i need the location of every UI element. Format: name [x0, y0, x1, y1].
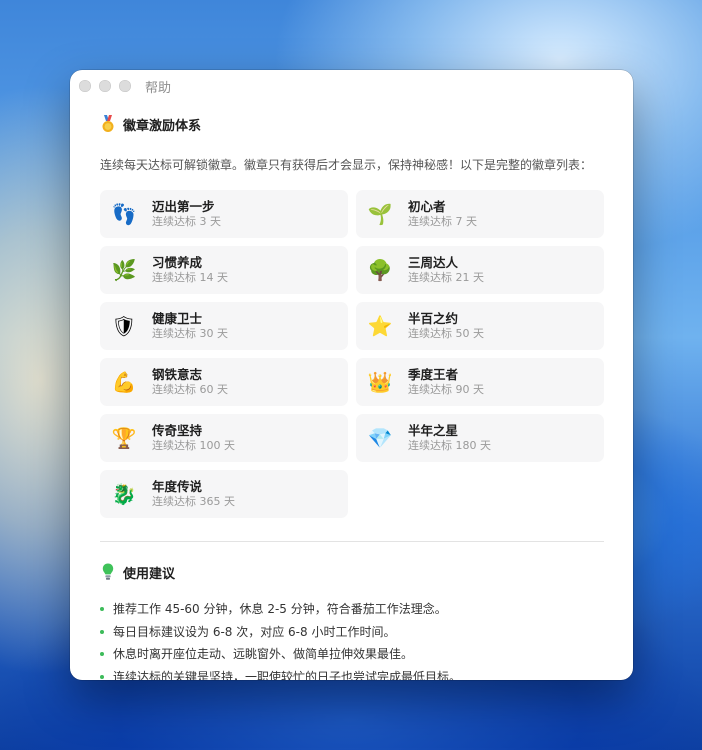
shield-icon: 🛡: [111, 314, 137, 338]
badge-card: 🌿 习惯养成 连续达标 14 天: [100, 246, 348, 294]
herb-icon: 🌿: [111, 258, 137, 282]
badge-requirement: 连续达标 90 天: [408, 383, 484, 396]
badge-card: 🐉 年度传说 连续达标 365 天: [100, 470, 348, 518]
badges-section-title: 徽章激励体系: [123, 118, 202, 134]
badge-card: 🌳 三周达人 连续达标 21 天: [356, 246, 604, 294]
zoom-window-button[interactable]: [119, 80, 131, 92]
tip-item: 推荐工作 45-60 分钟，休息 2-5 分钟，符合番茄工作法理念。: [100, 598, 604, 621]
seedling-icon: 🌱: [367, 202, 393, 226]
badge-card: 🌱 初心者 连续达标 7 天: [356, 190, 604, 238]
badge-grid: 👣 迈出第一步 连续达标 3 天 🌱 初心者 连续达标 7 天 🌿 习惯养成 连续达标 14 天…: [100, 190, 604, 518]
footprints-icon: 👣: [111, 202, 137, 226]
title-bar[interactable]: 帮助: [70, 70, 633, 102]
dragon-icon: 🐉: [111, 482, 137, 506]
window-title: 帮助: [145, 80, 172, 96]
badges-intro-text: 连续每天达标可解锁徽章。徽章只有获得后才会显示，保持神秘感！以下是完整的徽章列表…: [100, 158, 593, 172]
badge-card: 👣 迈出第一步 连续达标 3 天: [100, 190, 348, 238]
badge-requirement: 连续达标 365 天: [152, 495, 235, 508]
badge-requirement: 连续达标 21 天: [408, 271, 484, 284]
badge-card: 💎 半年之星 连续达标 180 天: [356, 414, 604, 462]
tips-section-header: 使用建议: [100, 560, 604, 584]
trophy-icon: 🏆: [111, 426, 137, 450]
badge-requirement: 连续达标 180 天: [408, 439, 491, 452]
badge-requirement: 连续达标 14 天: [152, 271, 228, 284]
star-icon: ⭐: [367, 314, 393, 338]
badge-card: ⭐ 半百之约 连续达标 50 天: [356, 302, 604, 350]
badge-name: 半年之星: [408, 423, 459, 438]
badge-name: 习惯养成: [152, 255, 203, 270]
close-window-button[interactable]: [79, 80, 91, 92]
flexed-biceps-icon: 💪: [111, 370, 137, 394]
badge-name: 健康卫士: [152, 311, 203, 326]
tip-item: 每日目标建议设为 6-8 次，对应 6-8 小时工作时间。: [100, 621, 604, 644]
badge-name: 初心者: [408, 199, 446, 214]
badges-section-header: 徽章激励体系: [100, 112, 604, 136]
badge-name: 年度传说: [152, 479, 203, 494]
badge-name: 三周达人: [408, 255, 459, 270]
help-content[interactable]: 徽章激励体系 连续每天达标可解锁徽章。徽章只有获得后才会显示，保持神秘感！以下是…: [70, 102, 633, 680]
badge-name: 季度王者: [408, 367, 459, 382]
badge-name: 钢铁意志: [152, 367, 203, 382]
badge-requirement: 连续达标 3 天: [152, 215, 221, 228]
medal-icon: [100, 114, 116, 134]
section-divider: [100, 541, 604, 542]
minimize-window-button[interactable]: [99, 80, 111, 92]
badge-requirement: 连续达标 50 天: [408, 327, 484, 340]
badge-requirement: 连续达标 100 天: [152, 439, 235, 452]
tree-icon: 🌳: [367, 258, 393, 282]
tip-item: 休息时离开座位走动、远眺窗外、做简单拉伸效果最佳。: [100, 643, 604, 666]
badge-requirement: 连续达标 60 天: [152, 383, 228, 396]
badge-card: 🛡 健康卫士 连续达标 30 天: [100, 302, 348, 350]
badge-card: 🏆 传奇坚持 连续达标 100 天: [100, 414, 348, 462]
badge-requirement: 连续达标 7 天: [408, 215, 477, 228]
badge-name: 半百之约: [408, 311, 459, 326]
badge-name: 传奇坚持: [152, 423, 203, 438]
tips-list: 推荐工作 45-60 分钟，休息 2-5 分钟，符合番茄工作法理念。 每日目标建议…: [100, 598, 604, 680]
help-window: 帮助 徽章激励体系 连续每天达标可解锁徽章。徽章只有获得后才会显示，保持神秘感！…: [70, 70, 633, 680]
gem-icon: 💎: [367, 426, 393, 450]
lightbulb-icon: [100, 562, 116, 582]
badge-card: 💪 钢铁意志 连续达标 60 天: [100, 358, 348, 406]
tip-item: 连续达标的关键是坚持，一职使较忙的日子也尝试完成最低目标。: [100, 666, 604, 680]
badge-card: 👑 季度王者 连续达标 90 天: [356, 358, 604, 406]
badge-name: 迈出第一步: [152, 199, 215, 214]
tips-section-title: 使用建议: [123, 566, 176, 582]
badge-requirement: 连续达标 30 天: [152, 327, 228, 340]
crown-icon: 👑: [367, 370, 393, 394]
